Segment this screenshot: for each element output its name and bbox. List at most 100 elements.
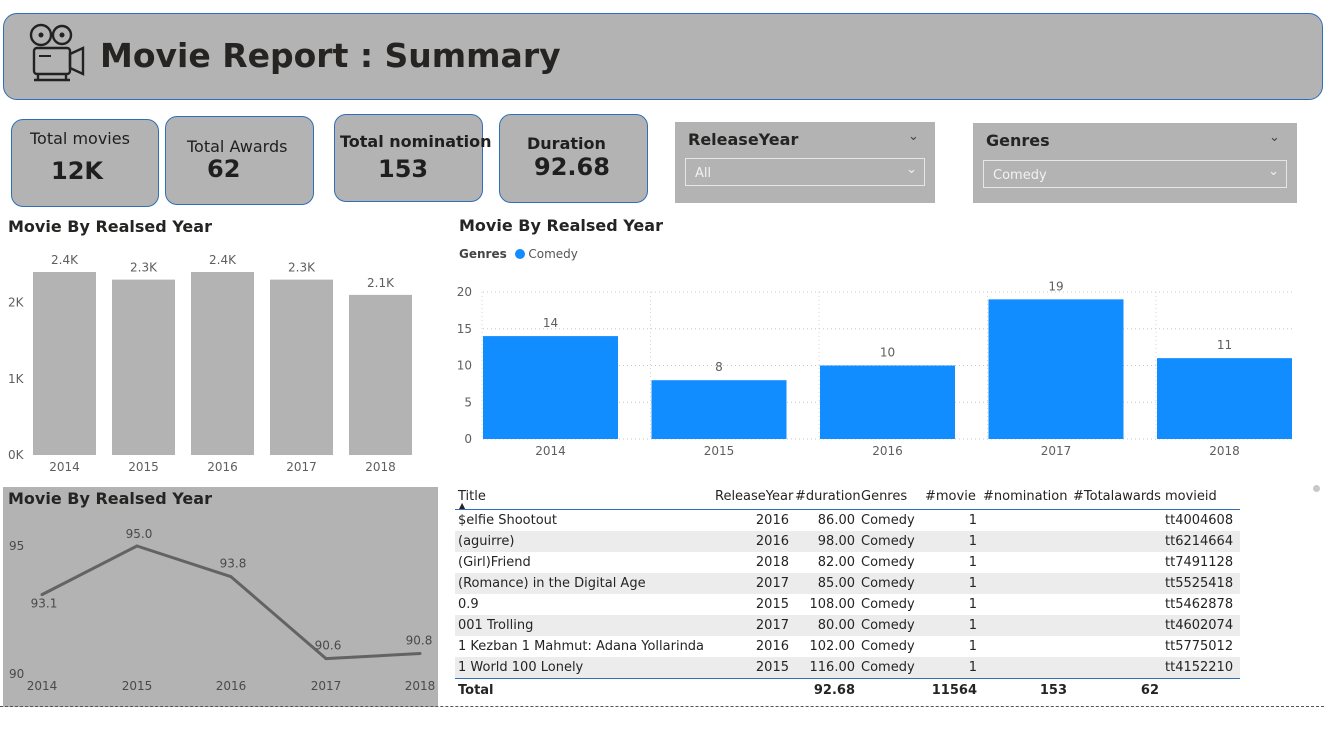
- table-cell: [1070, 636, 1162, 657]
- bar: [483, 336, 618, 439]
- table-cell: Comedy: [861, 513, 915, 528]
- table-cell: 116.00: [809, 660, 856, 675]
- bar-value-label: 2.3K: [130, 261, 158, 275]
- table-cell: 2016: [755, 534, 789, 549]
- x-tick-label: 2016: [216, 679, 247, 693]
- table-row[interactable]: 1 Kezban 1 Mahmut: Adana Yollarinda 2016 1…: [455, 636, 1240, 657]
- chevron-down-icon: ⌄: [1268, 164, 1279, 179]
- table-row[interactable]: 0.9 2015 108.00 Comedy 1 tt5462878: [455, 594, 1240, 615]
- table-cell: [1070, 615, 1162, 636]
- movie-projector-icon: [29, 23, 85, 82]
- table-cell: Comedy: [861, 618, 915, 633]
- chevron-down-icon[interactable]: ⌄: [1269, 130, 1280, 145]
- y-tick-label: 5: [464, 395, 472, 409]
- x-tick-label: 2014: [49, 460, 80, 474]
- column-header-totalawards[interactable]: #Totalawards: [1070, 484, 1162, 510]
- column-header-nomination[interactable]: #nomination: [980, 484, 1070, 510]
- table-cell: [1070, 552, 1162, 573]
- table-row[interactable]: (Romance) in the Digital Age 2017 85.00 Com…: [455, 573, 1240, 594]
- bar: [820, 365, 955, 439]
- x-tick-label: 2018: [365, 460, 396, 474]
- x-tick-label: 2016: [872, 444, 903, 458]
- table-cell: [980, 594, 1070, 615]
- table-cell: [980, 636, 1070, 657]
- slicer-release-year: ReleaseYear ⌄ All ⌄: [675, 122, 935, 203]
- table-row[interactable]: (Girl)Friend 2018 82.00 Comedy 1 tt7491128: [455, 552, 1240, 573]
- table-cell: 1: [968, 639, 977, 654]
- table-cell: 1 Kezban 1 Mahmut: Adana Yollarinda: [458, 639, 705, 654]
- kpi-value: 153: [378, 155, 429, 183]
- data-label: 93.1: [31, 597, 58, 611]
- bar-value-label: 19: [1048, 279, 1063, 293]
- table-cell: Comedy: [861, 555, 915, 570]
- x-tick-label: 2015: [704, 444, 735, 458]
- legend-title: Genres: [459, 247, 507, 261]
- table-cell: 001 Trolling: [458, 618, 534, 633]
- sort-ascending-icon: ▲: [459, 501, 466, 510]
- data-label: 95.0: [126, 527, 153, 541]
- table-cell: [980, 657, 1070, 679]
- y-tick-label: 0: [464, 432, 472, 446]
- movie-table: Title ▲ ReleaseYear #duration Genres #mo…: [455, 484, 1240, 701]
- page-title: Movie Report : Summary: [100, 36, 561, 75]
- table-row[interactable]: (aguirre) 2016 98.00 Comedy 1 tt6214664: [455, 531, 1240, 552]
- total-awards: 62: [1140, 682, 1159, 698]
- genres-dropdown[interactable]: Comedy ⌄: [983, 160, 1287, 188]
- total-nomination: 153: [1039, 682, 1067, 698]
- x-tick-label: 2017: [286, 460, 317, 474]
- table-cell: 1: [968, 618, 977, 633]
- bar-value-label: 2.3K: [288, 261, 316, 275]
- bar-value-label: 11: [1217, 338, 1232, 352]
- column-header-release-year[interactable]: ReleaseYear: [712, 484, 793, 510]
- y-tick-label: 90: [9, 667, 24, 681]
- table-cell: [1070, 657, 1162, 679]
- table-cell: 102.00: [809, 639, 856, 654]
- bar-value-label: 10: [880, 346, 895, 360]
- column-header-movieid[interactable]: movieid: [1162, 484, 1240, 510]
- table-row[interactable]: $elfie Shootout 2016 86.00 Comedy 1 tt4004608: [455, 510, 1240, 532]
- bar-chart-comedy: 0510152014201482015102016192017112018: [457, 279, 1295, 458]
- y-tick-label: 1K: [8, 372, 25, 386]
- kpi-card-duration: Duration 92.68: [499, 114, 648, 203]
- table-row[interactable]: 1 World 100 Lonely 2015 116.00 Comedy 1 tt415…: [455, 657, 1240, 679]
- table-cell: 80.00: [817, 618, 855, 633]
- table-cell: 2018: [755, 555, 789, 570]
- total-cell: [858, 679, 922, 702]
- table-cell: 108.00: [809, 597, 856, 612]
- slicer-genres: Genres ⌄ Comedy ⌄: [973, 123, 1297, 203]
- column-header-movie[interactable]: #movie: [922, 484, 980, 510]
- column-header-duration[interactable]: #duration: [792, 484, 861, 510]
- slicer-title: ReleaseYear: [688, 130, 799, 149]
- table-cell: 2015: [755, 660, 789, 675]
- chevron-down-icon[interactable]: ⌄: [908, 129, 919, 144]
- dropdown-value: All: [695, 166, 712, 181]
- bar: [651, 380, 787, 439]
- table-cell: 2017: [755, 576, 789, 591]
- x-tick-label: 2016: [207, 460, 238, 474]
- y-tick-label: 2K: [8, 296, 25, 310]
- column-header-title[interactable]: Title ▲: [455, 484, 712, 510]
- kpi-value: 12K: [51, 157, 103, 185]
- y-tick-label: 10: [457, 359, 472, 373]
- y-tick-label: 20: [457, 285, 472, 299]
- legend-item[interactable]: Comedy: [528, 247, 578, 261]
- total-cell: [1162, 679, 1240, 702]
- x-tick-label: 2015: [128, 460, 159, 474]
- table-cell: 1: [968, 555, 977, 570]
- table-cell: tt6214664: [1165, 534, 1234, 549]
- scroll-indicator[interactable]: [1313, 485, 1320, 492]
- table-cell: 98.00: [817, 534, 855, 549]
- table-cell: tt5525418: [1165, 576, 1234, 591]
- bar-value-label: 8: [715, 360, 723, 374]
- table-row[interactable]: 001 Trolling 2017 80.00 Comedy 1 tt4602074: [455, 615, 1240, 636]
- release-year-dropdown[interactable]: All ⌄: [685, 158, 925, 186]
- total-label: Total: [458, 682, 494, 698]
- bar-value-label: 2.1K: [367, 276, 395, 290]
- table-cell: [1070, 594, 1162, 615]
- table-cell: tt4004608: [1165, 513, 1234, 528]
- y-tick-label: 95: [9, 539, 24, 553]
- line-chart-duration: 90 95 93.1 2014 95.0 2015 93.8 2016 90.6 2017 90.8…: [9, 527, 435, 693]
- table-cell: (Girl)Friend: [458, 555, 531, 570]
- table-cell: tt4602074: [1165, 618, 1234, 633]
- column-header-genres[interactable]: Genres: [858, 484, 922, 510]
